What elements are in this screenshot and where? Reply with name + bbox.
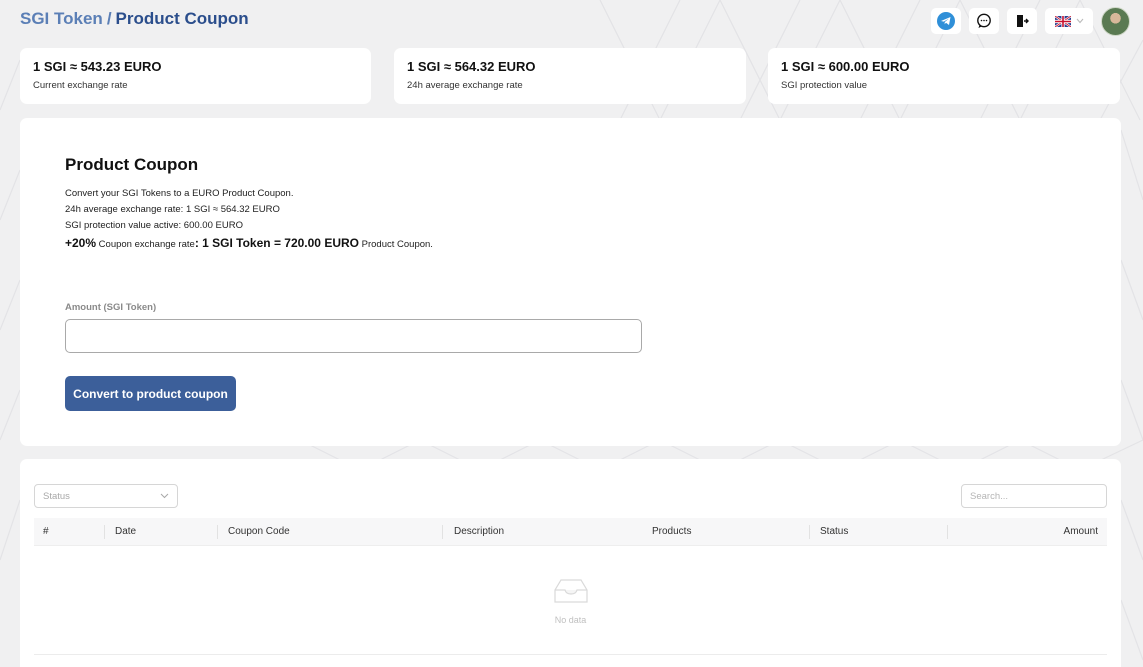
chat-icon — [977, 13, 991, 28]
header-actions — [931, 6, 1130, 36]
column-divider — [442, 525, 443, 539]
column-divider — [104, 525, 105, 539]
average-rate-label: 24h average exchange rate — [407, 80, 523, 91]
coupon-protection-line: SGI protection value active: 600.00 EURO — [65, 220, 243, 231]
breadcrumb-separator: / — [106, 9, 112, 28]
amount-label: Amount (SGI Token) — [65, 302, 157, 313]
table-divider — [34, 654, 1107, 655]
column-divider — [217, 525, 218, 539]
rate-card-current: 1 SGI ≈ 543.23 EURO Current exchange rat… — [20, 48, 371, 104]
search-input[interactable] — [961, 484, 1107, 508]
product-coupon-panel: Product Coupon Convert your SGI Tokens t… — [20, 118, 1121, 446]
telegram-icon — [937, 12, 955, 30]
language-selector[interactable] — [1045, 8, 1093, 34]
coupon-table-panel: Status # Date Coupon Code Description Pr… — [20, 459, 1121, 667]
uk-flag-icon — [1054, 15, 1071, 27]
status-filter-placeholder: Status — [43, 490, 70, 502]
column-header-products[interactable]: Products — [652, 518, 691, 546]
coupon-description-line: Convert your SGI Tokens to a EURO Produc… — [65, 188, 294, 199]
convert-to-coupon-button[interactable]: Convert to product coupon — [65, 376, 236, 411]
chat-button[interactable] — [969, 8, 999, 34]
protection-value: 1 SGI ≈ 600.00 EURO — [781, 59, 910, 74]
column-header-index[interactable]: # — [43, 518, 49, 546]
rate-card-average: 1 SGI ≈ 564.32 EURO 24h average exchange… — [394, 48, 746, 104]
amount-input[interactable] — [65, 319, 642, 353]
column-divider — [947, 525, 948, 539]
coupon-average-rate-line: 24h average exchange rate: 1 SGI ≈ 564.3… — [65, 204, 280, 215]
coupon-bonus-rate-line: +20% Coupon exchange rate: 1 SGI Token =… — [65, 236, 433, 250]
breadcrumb-current: Product Coupon — [115, 9, 249, 28]
column-header-status[interactable]: Status — [820, 518, 848, 546]
chevron-down-icon — [1076, 18, 1083, 24]
bonus-percent: +20% — [65, 236, 97, 250]
user-avatar[interactable] — [1101, 6, 1130, 36]
status-filter-select[interactable]: Status — [34, 484, 178, 508]
bonus-suffix: Product Coupon. — [359, 239, 433, 250]
empty-state-text: No data — [554, 615, 587, 625]
column-header-date[interactable]: Date — [115, 518, 136, 546]
breadcrumb-root-link[interactable]: SGI Token — [20, 9, 103, 28]
column-header-description[interactable]: Description — [454, 518, 504, 546]
rate-card-protection: 1 SGI ≈ 600.00 EURO SGI protection value — [768, 48, 1120, 104]
column-divider — [809, 525, 810, 539]
column-header-amount[interactable]: Amount — [1064, 518, 1098, 546]
top-header: SGI Token / Product Coupon — [20, 6, 1130, 36]
empty-inbox-icon — [553, 579, 588, 603]
logout-icon — [1017, 15, 1029, 27]
bonus-text: Coupon exchange rate — [96, 239, 195, 250]
protection-value-label: SGI protection value — [781, 80, 868, 91]
table-empty-state: No data — [20, 578, 1121, 625]
current-rate-value: 1 SGI ≈ 543.23 EURO — [33, 59, 162, 74]
panel-title: Product Coupon — [65, 155, 199, 174]
coupon-rate: : 1 SGI Token = 720.00 EURO — [194, 236, 359, 250]
breadcrumb: SGI Token / Product Coupon — [20, 9, 249, 29]
column-header-coupon-code[interactable]: Coupon Code — [228, 518, 290, 546]
logout-button[interactable] — [1007, 8, 1037, 34]
chevron-down-icon — [160, 493, 169, 499]
telegram-button[interactable] — [931, 8, 961, 34]
average-rate-value: 1 SGI ≈ 564.32 EURO — [407, 59, 536, 74]
current-rate-label: Current exchange rate — [33, 80, 128, 91]
table-header-row: # Date Coupon Code Description Products … — [34, 518, 1107, 546]
